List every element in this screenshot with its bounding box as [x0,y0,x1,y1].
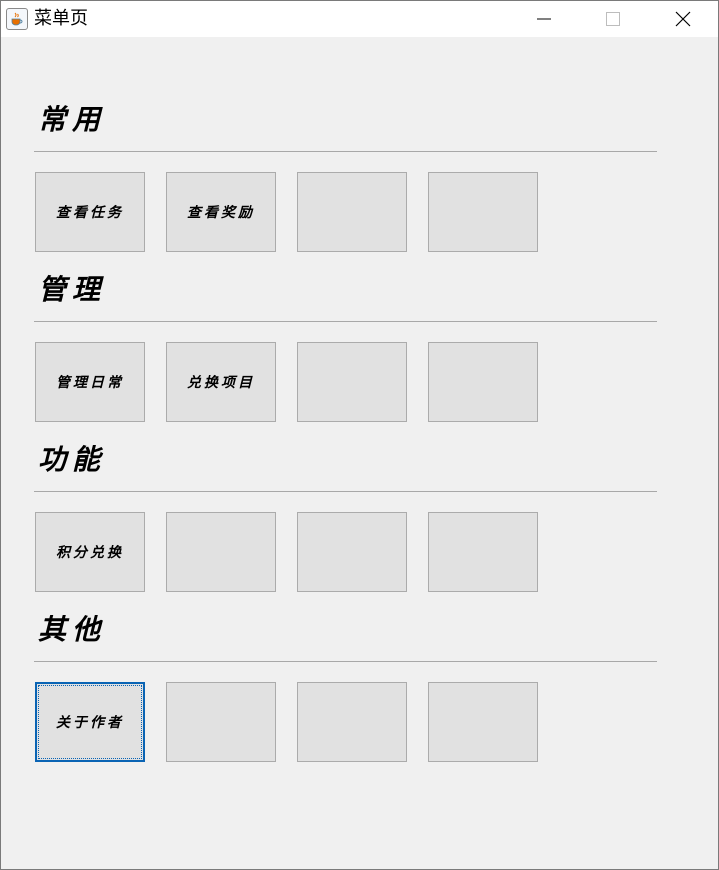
section-title-functions: 功能 [38,443,107,476]
empty-button[interactable] [428,342,538,422]
divider [34,661,657,662]
empty-button[interactable] [166,512,276,592]
view-tasks-button[interactable]: 查看任务 [35,172,145,252]
empty-button[interactable] [428,512,538,592]
maximize-icon [606,12,620,26]
empty-button[interactable] [297,172,407,252]
section-title-other: 其他 [38,613,107,646]
empty-button[interactable] [297,342,407,422]
close-button[interactable] [660,1,706,37]
manage-daily-button[interactable]: 管理日常 [35,342,145,422]
view-rewards-button[interactable]: 查看奖励 [166,172,276,252]
maximize-button[interactable] [590,1,636,37]
empty-button[interactable] [297,682,407,762]
title-bar[interactable]: 菜单页 [1,1,718,37]
window-title: 菜单页 [34,8,88,29]
section-title-manage: 管理 [38,273,107,306]
minimize-button[interactable] [521,1,567,37]
divider [34,151,657,152]
close-icon [675,11,691,27]
empty-button[interactable] [166,682,276,762]
empty-button[interactable] [428,682,538,762]
menu-window: 菜单页 常用 查看任务 查看奖励 管理 管理日常 兑换项目 功能 积分兑换 其他… [0,0,719,870]
java-cup-icon [6,8,28,30]
points-exchange-button[interactable]: 积分兑换 [35,512,145,592]
divider [34,491,657,492]
section-title-common: 常用 [38,103,107,136]
minimize-icon [537,18,551,20]
divider [34,321,657,322]
about-author-button[interactable]: 关于作者 [35,682,145,762]
empty-button[interactable] [428,172,538,252]
exchange-items-button[interactable]: 兑换项目 [166,342,276,422]
empty-button[interactable] [297,512,407,592]
